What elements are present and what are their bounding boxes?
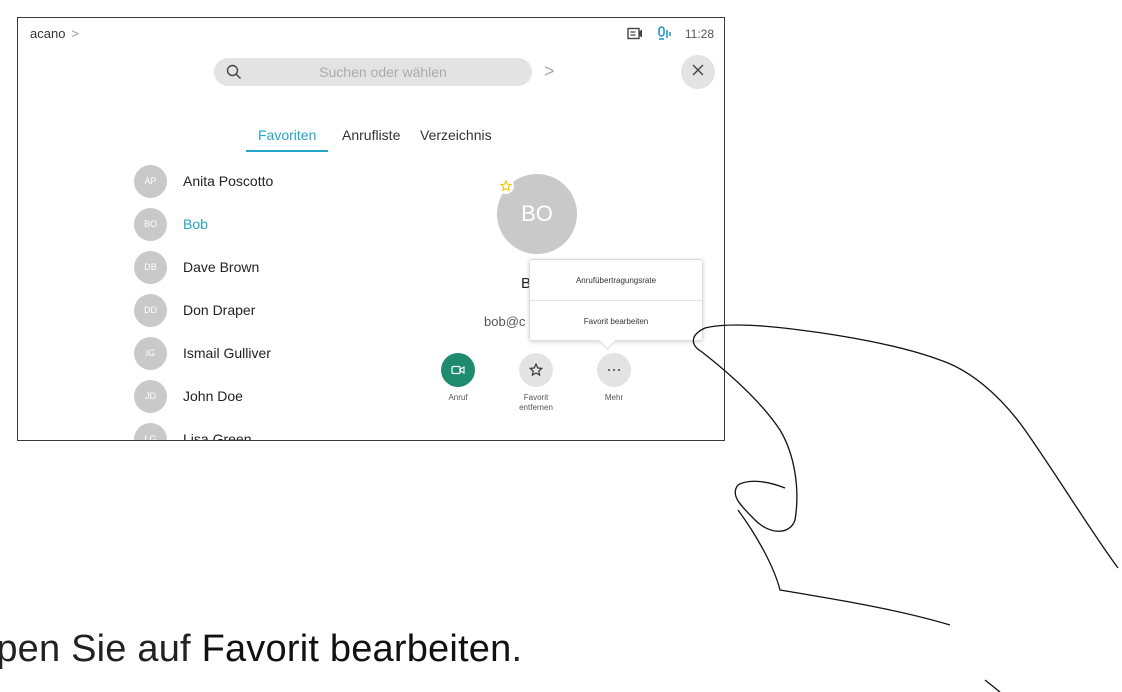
pointing-hand-illustration [692,324,1119,692]
caption-suffix: . [511,628,523,670]
instruction-caption: ppen Sie auf Favorit bearbeiten. [0,628,522,671]
caption-prefix: ppen Sie auf [0,628,191,670]
caption-emphasis: Favorit bearbeiten [201,628,512,670]
